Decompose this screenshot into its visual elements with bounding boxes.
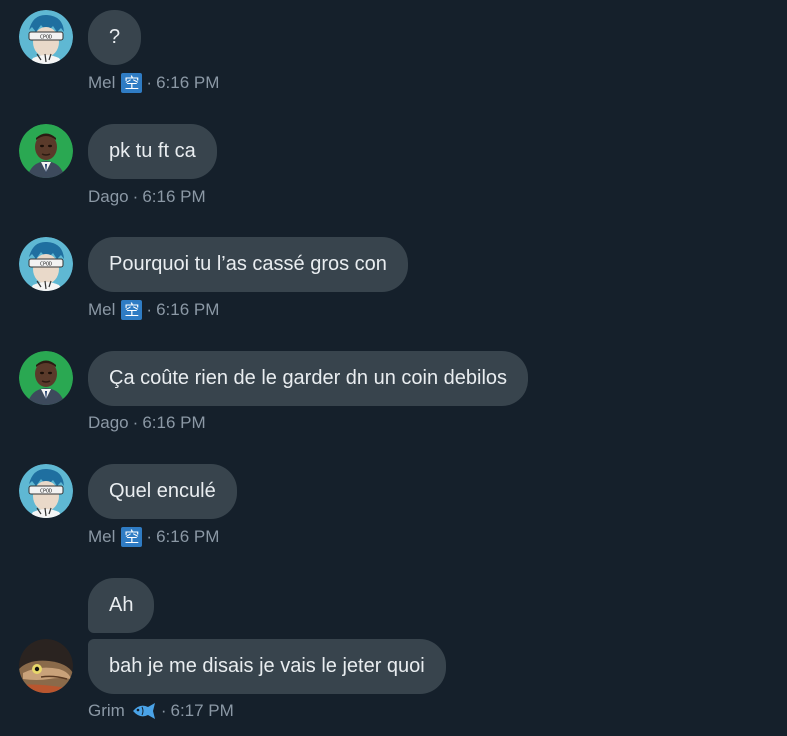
- author-name[interactable]: Dago: [88, 187, 129, 207]
- avatar[interactable]: CPOD: [19, 464, 73, 518]
- message-bubble[interactable]: Ça coûte rien de le garder dn un coin de…: [88, 351, 529, 406]
- lizard-avatar-icon: [19, 639, 73, 693]
- kanji-badge: 空: [121, 527, 143, 547]
- timestamp: 6:16 PM: [142, 413, 206, 432]
- message-bubble[interactable]: ?: [88, 10, 142, 65]
- timestamp: 6:16 PM: [156, 527, 220, 546]
- svg-text:CPOD: CPOD: [40, 262, 52, 268]
- author-name[interactable]: Dago: [88, 413, 129, 433]
- message-meta: Dago · 6:16 PM: [88, 187, 206, 207]
- man-green-avatar-icon: [19, 351, 73, 405]
- separator: ·: [160, 701, 167, 720]
- timestamp: 6:16 PM: [156, 73, 220, 92]
- message-meta: Mel 空 · 6:16 PM: [88, 527, 219, 547]
- author-name[interactable]: Mel: [88, 73, 115, 93]
- message-bubble[interactable]: pk tu ft ca: [88, 124, 217, 179]
- message-bubble[interactable]: Quel enculé: [88, 464, 237, 519]
- message-bubble[interactable]: Ah: [88, 578, 155, 633]
- message-meta: Grim · 6:17 PM: [88, 701, 234, 721]
- svg-text:CPOD: CPOD: [40, 35, 52, 41]
- fish-icon: [131, 701, 157, 721]
- anime-avatar-icon: CPOD: [19, 237, 73, 291]
- timestamp: 6:16 PM: [156, 300, 220, 319]
- separator: ·: [146, 73, 153, 92]
- author-name[interactable]: Mel: [88, 527, 115, 547]
- message-bubble[interactable]: bah je me disais je vais le jeter quoi: [88, 639, 446, 694]
- avatar[interactable]: CPOD: [19, 237, 73, 291]
- svg-text:CPOD: CPOD: [40, 489, 52, 495]
- anime-avatar-icon: CPOD: [19, 464, 73, 518]
- author-name[interactable]: Mel: [88, 300, 115, 320]
- avatar[interactable]: [19, 639, 73, 693]
- message-meta: Dago · 6:16 PM: [88, 413, 206, 433]
- avatar[interactable]: [19, 351, 73, 405]
- kanji-badge: 空: [121, 300, 143, 320]
- separator: ·: [146, 300, 153, 319]
- avatar[interactable]: [19, 124, 73, 178]
- timestamp: 6:17 PM: [170, 701, 234, 720]
- separator: ·: [132, 413, 139, 432]
- kanji-badge: 空: [121, 73, 143, 93]
- author-name[interactable]: Grim: [88, 701, 125, 721]
- message-bubble[interactable]: Pourquoi tu l’as cassé gros con: [88, 237, 408, 292]
- separator: ·: [146, 527, 153, 546]
- message-meta: Mel 空 · 6:16 PM: [88, 300, 219, 320]
- avatar[interactable]: CPOD: [19, 10, 73, 64]
- anime-avatar-icon: CPOD: [19, 10, 73, 64]
- message-meta: Mel 空 · 6:16 PM: [88, 73, 219, 93]
- man-green-avatar-icon: [19, 124, 73, 178]
- separator: ·: [132, 187, 139, 206]
- timestamp: 6:16 PM: [142, 187, 206, 206]
